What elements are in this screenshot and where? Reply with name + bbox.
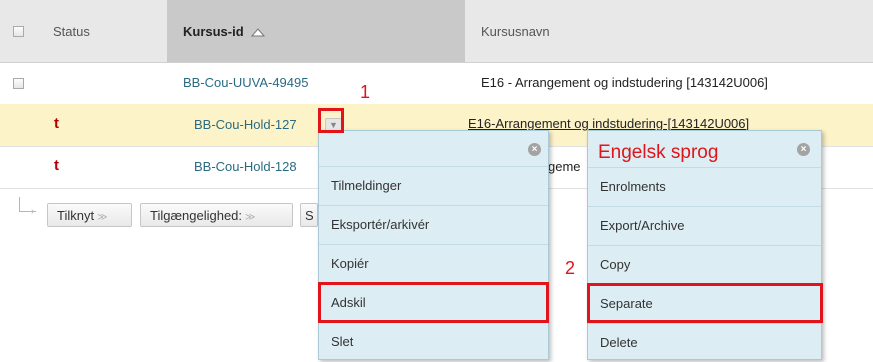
select-all-checkbox[interactable] (13, 26, 24, 37)
chevron-down-icon: ≫ (97, 212, 108, 223)
annotation-step1: 1 (360, 82, 371, 102)
availability-button[interactable]: Tilgængelighed: ≫ (140, 203, 293, 227)
course-id-header-label: Kursus-id (183, 24, 244, 39)
highlight-box-step1 (318, 108, 344, 133)
menu-item-export[interactable]: Export/Archive (588, 206, 821, 244)
unavailable-status-icon: t (54, 115, 59, 132)
course-name: geme (548, 159, 581, 174)
course-id-link[interactable]: BB-Cou-Hold-128 (194, 159, 297, 174)
menu-item-export[interactable]: Eksportér/arkivér (319, 205, 548, 243)
menu-language-title: Engelsk sprog (598, 142, 719, 163)
attach-button[interactable]: Tilknyt ≫ (47, 203, 132, 227)
status-column-header[interactable]: Status (53, 24, 90, 39)
course-name: E16 - Arrangement og indstudering [14314… (481, 75, 768, 90)
arrow-head-icon: › (31, 206, 35, 217)
availability-button-label: Tilgængelighed: (150, 208, 243, 223)
context-menu-english: Engelsk sprog × Enrolments Export/Archiv… (587, 130, 822, 360)
highlight-box-separate-english (587, 283, 823, 323)
unavailable-status-icon: t (54, 157, 59, 174)
row-checkbox[interactable] (13, 78, 24, 89)
sort-ascending-icon (251, 25, 266, 40)
chevron-down-icon: ≫ (245, 212, 256, 223)
partial-button[interactable]: S (300, 203, 318, 227)
course-id-column-header[interactable]: Kursus-id (183, 24, 266, 40)
annotation-step2: 2 (565, 258, 576, 278)
menu-item-delete[interactable]: Delete (588, 323, 821, 361)
menu-item-delete[interactable]: Slet (319, 322, 548, 360)
context-menu-danish: × Tilmeldinger Eksportér/arkivér Kopiér … (318, 130, 549, 360)
partial-button-label: S (305, 208, 314, 223)
table-header: Status Kursus-id Kursusnavn (0, 0, 873, 63)
course-id-link[interactable]: BB-Cou-UUVA-49495 (183, 75, 308, 90)
menu-item-enrolments[interactable]: Enrolments (588, 167, 821, 206)
table-row: BB-Cou-UUVA-49495 E16 - Arrangement og i… (0, 63, 873, 105)
close-icon[interactable]: × (797, 143, 810, 156)
course-name: E16-Arrangement og indstudering-[143142U… (468, 116, 750, 131)
menu-item-copy[interactable]: Copy (588, 245, 821, 283)
course-id-link[interactable]: BB-Cou-Hold-127 (194, 117, 297, 132)
attach-button-label: Tilknyt (57, 208, 95, 223)
close-icon[interactable]: × (528, 143, 541, 156)
highlight-box-separate-danish (318, 282, 549, 323)
menu-item-enrolments[interactable]: Tilmeldinger (319, 166, 548, 204)
course-name-column-header[interactable]: Kursusnavn (481, 24, 550, 39)
menu-item-copy[interactable]: Kopiér (319, 244, 548, 282)
